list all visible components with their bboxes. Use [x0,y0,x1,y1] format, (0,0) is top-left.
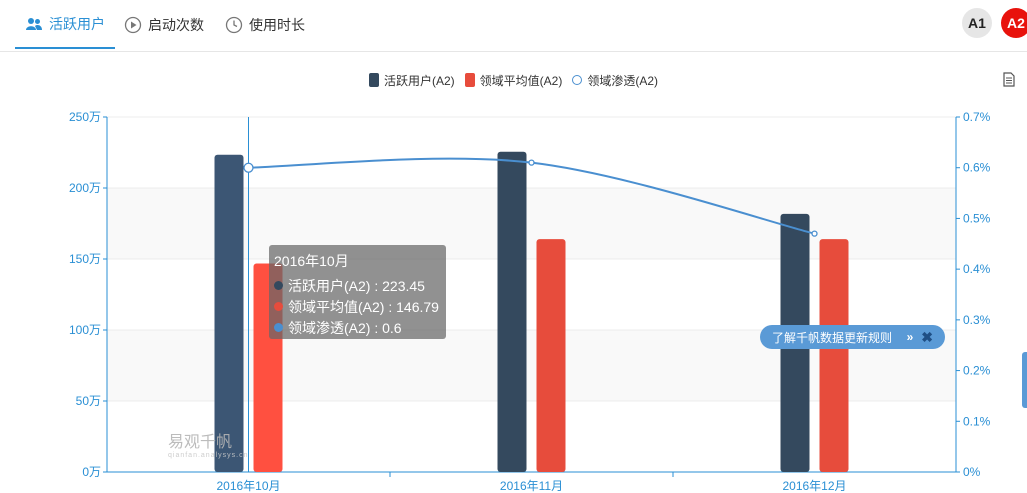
tooltip-dot [274,302,283,311]
double-chevron-right-icon: » [906,330,914,344]
left-tick-label: 200万 [69,181,101,195]
watermark: 易观千帆 qianfan.analysys.cn [168,428,248,459]
left-tick-label: 250万 [69,110,101,124]
right-tick-label: 0.2% [963,364,991,378]
tooltip-title: 2016年10月 [274,253,349,269]
right-tick-label: 0.7% [963,110,991,124]
watermark-text: 易观千帆 [168,434,233,451]
x-tick-label: 2016年10月 [216,479,280,493]
close-icon[interactable]: ✖ [921,329,933,346]
left-tick-label: 100万 [69,323,101,337]
tooltip-dot [274,323,283,332]
tooltip-row: 领域平均值(A2) : 146.79 [274,296,446,317]
right-tick-label: 0.1% [963,414,991,428]
tooltip-text: 活跃用户(A2) : 223.45 [288,277,425,294]
right-tick-label: 0.3% [963,313,991,327]
bar [497,151,527,473]
bar [214,154,244,473]
x-tick-label: 2016年11月 [500,479,563,493]
tooltip-text: 领域平均值(A2) : 146.79 [288,298,439,315]
bar [536,239,566,472]
chart-tooltip: 2016年10月 活跃用户(A2) : 223.45 领域平均值(A2) : 1… [269,245,446,339]
bar [819,239,849,472]
tooltip-row: 领域渗透(A2) : 0.6 [274,317,446,338]
x-tick-label: 2016年12月 [782,479,846,493]
tooltip-row: 活跃用户(A2) : 223.45 [274,275,446,296]
data-update-rules-link[interactable]: 了解千帆数据更新规则 » ✖ [760,325,945,349]
notice-text: 了解千帆数据更新规则 [772,330,893,345]
left-tick-label: 50万 [76,394,101,408]
line-point [811,230,818,237]
right-tick-label: 0.5% [963,211,991,225]
right-tick-label: 0.6% [963,161,991,175]
right-tick-label: 0.4% [963,262,991,276]
chart-canvas: 0万 50万 100万 150万 200万 250万 0% 0.1% 0.2% 0.3% 0.4% 0… [69,110,991,493]
right-tick-label: 0% [963,465,981,479]
left-tick-label: 0万 [82,465,101,479]
watermark-url: qianfan.analysys.cn [168,452,249,459]
left-tick-label: 150万 [69,252,101,266]
tooltip-dot [274,281,283,290]
tooltip-text: 领域渗透(A2) : 0.6 [288,319,402,336]
line-point [528,159,535,166]
side-panel-tab[interactable] [1022,352,1027,408]
line-point [243,162,254,173]
